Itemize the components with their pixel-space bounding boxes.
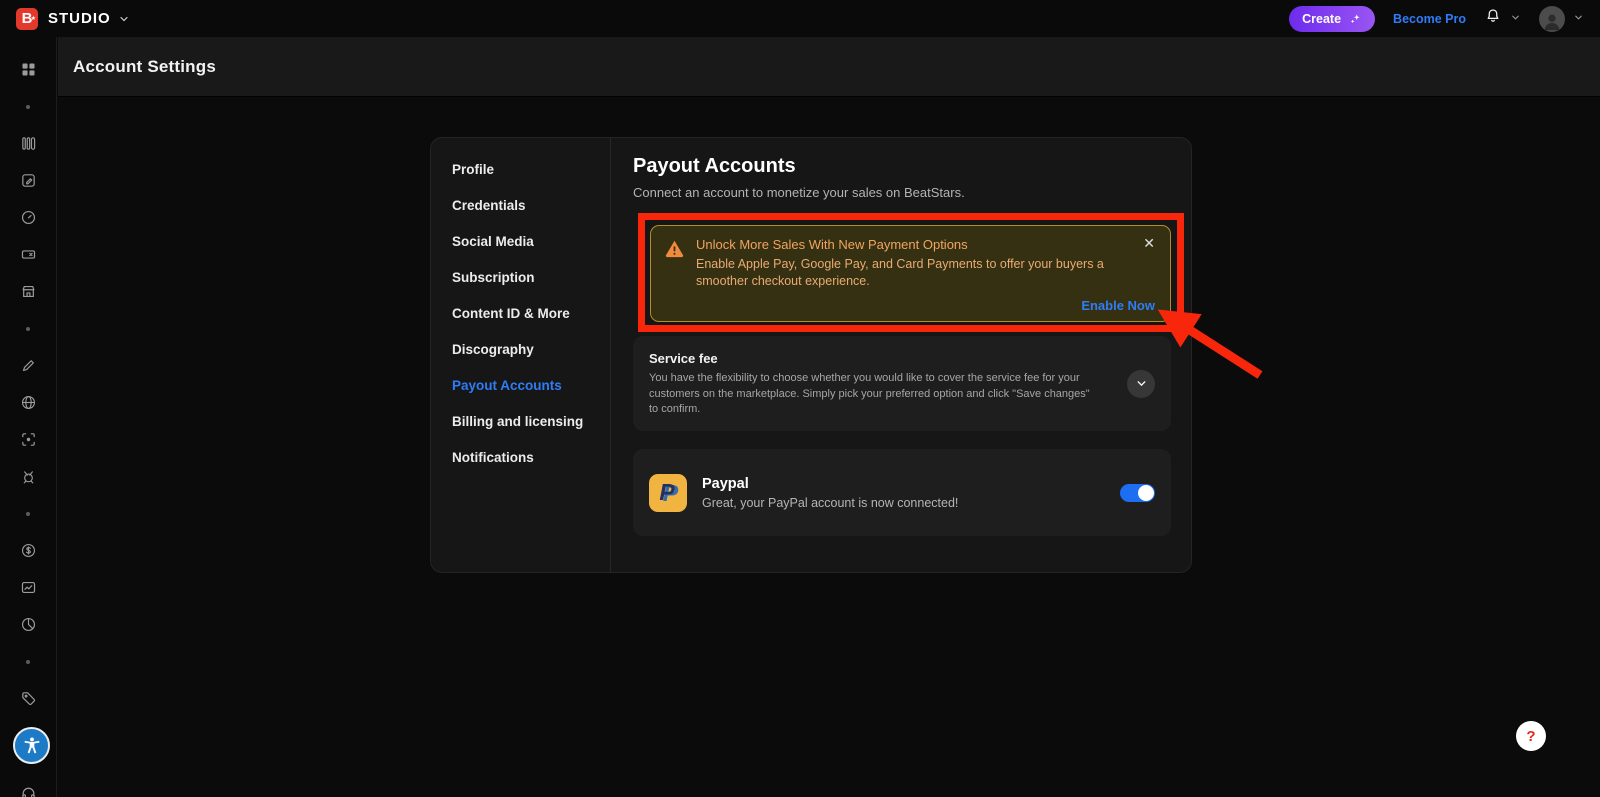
settings-nav: Profile Credentials Social Media Subscri… xyxy=(431,138,611,572)
paypal-toggle-on[interactable] xyxy=(1120,484,1155,502)
settings-nav-profile[interactable]: Profile xyxy=(452,151,610,187)
settings-nav-subscription[interactable]: Subscription xyxy=(452,259,610,295)
sidebar-globe-icon[interactable] xyxy=(0,384,56,421)
sidebar-divider-dot xyxy=(0,88,56,125)
topbar: B ★ STUDIO Create Become Pro xyxy=(0,0,1600,37)
sidebar-notes-icon[interactable] xyxy=(0,162,56,199)
chevron-down-icon xyxy=(1135,377,1148,390)
beatstars-studio-screen: B ★ STUDIO Create Become Pro xyxy=(0,0,1600,797)
account-chevron-down-icon[interactable] xyxy=(1573,10,1584,28)
service-fee-title: Service fee xyxy=(649,351,1101,366)
banner-title: Unlock More Sales With New Payment Optio… xyxy=(696,237,1130,252)
notifications-bell-icon[interactable] xyxy=(1484,7,1502,30)
sidebar-ticket-icon[interactable] xyxy=(0,236,56,273)
sidebar-divider-dot xyxy=(0,643,56,680)
banner-body: Enable Apple Pay, Google Pay, and Card P… xyxy=(696,256,1130,289)
settings-nav-notifications[interactable]: Notifications xyxy=(452,439,610,475)
warning-triangle-icon xyxy=(664,238,685,259)
account-settings-card: Profile Credentials Social Media Subscri… xyxy=(430,137,1192,573)
notifications-chevron-down-icon[interactable] xyxy=(1510,10,1521,28)
user-avatar[interactable] xyxy=(1539,6,1565,32)
payout-content: Payout Accounts Connect an account to mo… xyxy=(611,138,1206,572)
sidebar-media-stats-icon[interactable] xyxy=(0,569,56,606)
brand-chevron-down-icon[interactable] xyxy=(118,13,130,25)
sidebar-headphones-icon[interactable] xyxy=(20,783,37,797)
brand-title: STUDIO xyxy=(48,10,111,27)
become-pro-link[interactable]: Become Pro xyxy=(1393,12,1466,26)
paypal-title: Paypal xyxy=(702,476,958,492)
service-fee-section: Service fee You have the flexibility to … xyxy=(633,336,1171,431)
sidebar-earnings-dollar-icon[interactable] xyxy=(0,532,56,569)
create-button-label: Create xyxy=(1302,12,1341,26)
topbar-actions: Create Become Pro xyxy=(1289,6,1584,32)
logo-star-icon: ★ xyxy=(31,16,36,22)
paypal-section: P Paypal Great, your PayPal account is n… xyxy=(633,449,1171,536)
sidebar-divider-dot xyxy=(0,495,56,532)
sidebar-divider-dot xyxy=(0,310,56,347)
sidebar-pencil-icon[interactable] xyxy=(0,347,56,384)
paypal-logo-letter: P xyxy=(659,481,674,504)
help-question-mark: ? xyxy=(1526,728,1535,745)
create-button[interactable]: Create xyxy=(1289,6,1375,32)
sidebar-drums-icon[interactable] xyxy=(0,458,56,495)
sidebar-pie-chart-icon[interactable] xyxy=(0,606,56,643)
sidebar-dashboard-grid-icon[interactable] xyxy=(0,51,56,88)
accessibility-person-icon xyxy=(21,735,43,757)
icon-sidebar xyxy=(0,37,57,797)
page-header: Account Settings xyxy=(58,37,1600,97)
paypal-logo: P xyxy=(649,474,687,512)
settings-nav-billing-licensing[interactable]: Billing and licensing xyxy=(452,403,610,439)
settings-nav-discography[interactable]: Discography xyxy=(452,331,610,367)
beatstars-logo[interactable]: B ★ xyxy=(16,8,38,30)
sidebar-charts-bars-icon[interactable] xyxy=(0,125,56,162)
service-fee-expand-button[interactable] xyxy=(1127,370,1155,398)
paypal-status-text: Great, your PayPal account is now connec… xyxy=(702,496,958,510)
settings-nav-credentials[interactable]: Credentials xyxy=(452,187,610,223)
banner-close-icon[interactable]: ✕ xyxy=(1143,236,1155,250)
settings-nav-social-media[interactable]: Social Media xyxy=(452,223,610,259)
sparkle-icon xyxy=(1348,12,1362,26)
annotation-highlight-box: Unlock More Sales With New Payment Optio… xyxy=(638,213,1184,332)
page-title: Account Settings xyxy=(73,57,216,77)
enable-now-link[interactable]: Enable Now xyxy=(1081,298,1155,313)
settings-nav-content-id[interactable]: Content ID & More xyxy=(452,295,610,331)
settings-nav-payout-accounts[interactable]: Payout Accounts xyxy=(452,367,610,403)
sidebar-tag-icon[interactable] xyxy=(0,680,56,717)
section-subtitle: Connect an account to monetize your sale… xyxy=(633,185,1184,200)
sidebar-gauge-icon[interactable] xyxy=(0,199,56,236)
sidebar-scan-focus-icon[interactable] xyxy=(0,421,56,458)
service-fee-description: You have the flexibility to choose wheth… xyxy=(649,371,1101,418)
sidebar-store-icon[interactable] xyxy=(0,273,56,310)
help-button[interactable]: ? xyxy=(1516,721,1546,751)
payment-options-banner: Unlock More Sales With New Payment Optio… xyxy=(650,225,1171,322)
toggle-knob xyxy=(1138,485,1154,501)
accessibility-button[interactable] xyxy=(13,727,50,764)
section-title: Payout Accounts xyxy=(633,155,1184,178)
